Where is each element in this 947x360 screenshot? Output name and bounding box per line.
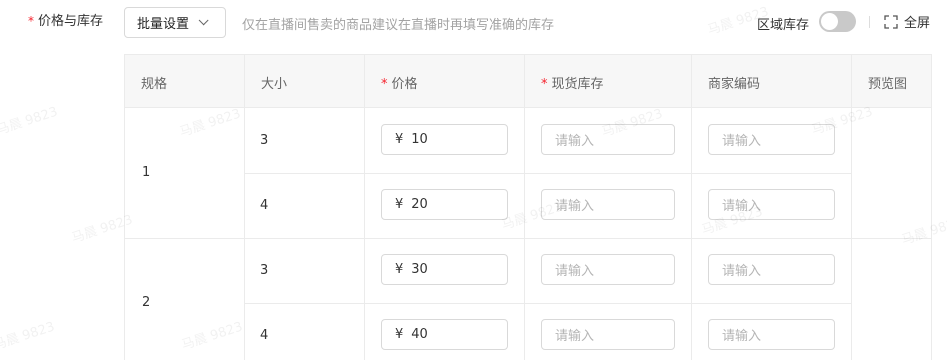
stock-input[interactable]: 请输入	[541, 319, 675, 350]
stock-hint-text: 仅在直播间售卖的商品建议在直播时再填写准确的库存	[242, 18, 555, 33]
price-stock-label-text: 价格与库存	[38, 14, 104, 29]
batch-settings-button[interactable]: 批量设置	[124, 7, 226, 38]
fullscreen-icon	[884, 14, 898, 29]
spec-cell: 2	[142, 295, 151, 310]
stock-input[interactable]: 请输入	[541, 189, 675, 220]
price-value: 40	[411, 327, 428, 342]
sku-table: 规格 大小 * 价格 * 现货库存 商家编码 预览图 1 3 ¥ 10 请输入 请输…	[124, 54, 932, 360]
column-divider	[364, 108, 365, 360]
chevron-down-icon	[198, 15, 209, 26]
batch-settings-label: 批量设置	[137, 17, 190, 32]
price-stock-toolbar: * 价格与库存 批量设置 仅在直播间售卖的商品建议在直播时再填写准确的库存 区域库…	[0, 0, 947, 44]
required-mark: *	[28, 14, 34, 28]
size-cell: 4	[260, 198, 269, 213]
column-divider	[524, 108, 525, 360]
price-input[interactable]: ¥ 30	[381, 254, 508, 285]
divider	[869, 16, 870, 28]
currency-symbol: ¥	[395, 327, 404, 342]
region-stock-toggle[interactable]	[819, 11, 856, 32]
column-divider	[851, 108, 852, 360]
price-value: 10	[411, 132, 428, 147]
merchant-code-placeholder: 请输入	[722, 329, 762, 344]
header-stock: * 现货库存	[525, 55, 692, 108]
currency-symbol: ¥	[395, 197, 404, 212]
merchant-code-input[interactable]: 请输入	[708, 254, 835, 285]
merchant-code-input[interactable]: 请输入	[708, 319, 835, 350]
merchant-code-placeholder: 请输入	[722, 264, 762, 279]
header-preview: 预览图	[868, 77, 908, 92]
toggle-knob	[821, 13, 838, 30]
header-merchant-code: 商家编码	[692, 55, 852, 108]
price-stock-label: * 价格与库存	[28, 10, 103, 29]
spec-cell: 1	[142, 165, 151, 180]
watermark: 马晨 9823	[0, 104, 60, 139]
fullscreen-label: 全屏	[904, 16, 931, 31]
price-value: 20	[411, 197, 428, 212]
table-header: 规格 大小 * 价格 * 现货库存 商家编码 预览图	[125, 55, 931, 108]
stock-placeholder: 请输入	[555, 264, 595, 279]
size-cell: 3	[260, 133, 269, 148]
price-input[interactable]: ¥ 40	[381, 319, 508, 350]
currency-symbol: ¥	[395, 132, 404, 147]
stock-placeholder: 请输入	[555, 199, 595, 214]
merchant-code-input[interactable]: 请输入	[708, 189, 835, 220]
stock-placeholder: 请输入	[555, 134, 595, 149]
merchant-code-placeholder: 请输入	[722, 199, 762, 214]
size-cell: 4	[260, 328, 269, 343]
watermark: 马晨 9823	[0, 319, 57, 354]
column-divider	[244, 108, 245, 360]
header-size: 大小	[245, 55, 365, 108]
stock-input[interactable]: 请输入	[541, 124, 675, 155]
header-spec: 规格	[125, 55, 245, 108]
column-divider	[691, 108, 692, 360]
row-divider	[245, 173, 852, 174]
stock-input[interactable]: 请输入	[541, 254, 675, 285]
row-divider	[245, 303, 852, 304]
currency-symbol: ¥	[395, 262, 404, 277]
merchant-code-input[interactable]: 请输入	[708, 124, 835, 155]
price-input[interactable]: ¥ 20	[381, 189, 508, 220]
price-input[interactable]: ¥ 10	[381, 124, 508, 155]
price-value: 30	[411, 262, 428, 277]
region-stock-label: 区域库存	[757, 18, 810, 33]
size-cell: 3	[260, 263, 269, 278]
merchant-code-placeholder: 请输入	[722, 134, 762, 149]
header-price: * 价格	[365, 55, 525, 108]
fullscreen-button[interactable]: 全屏	[884, 12, 930, 31]
row-divider	[125, 238, 931, 239]
stock-placeholder: 请输入	[555, 329, 595, 344]
